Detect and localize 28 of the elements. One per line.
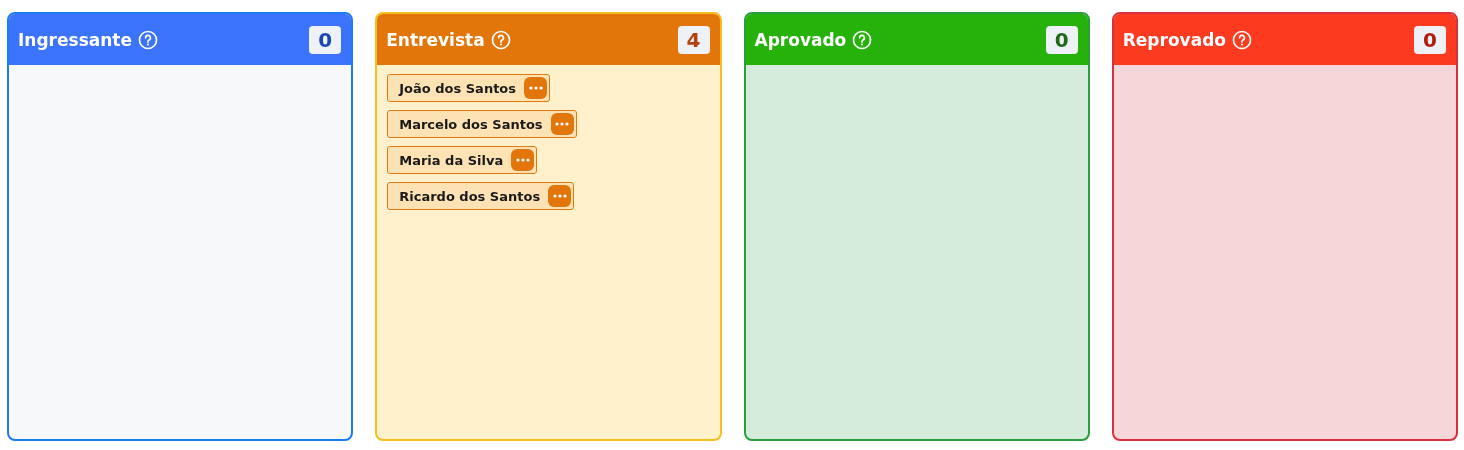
candidate-card[interactable]: João dos Santos xyxy=(387,74,551,102)
help-icon[interactable] xyxy=(490,29,511,50)
more-button[interactable] xyxy=(548,185,572,207)
candidate-name: Maria da Silva xyxy=(399,152,504,168)
count-badge: 0 xyxy=(1414,25,1446,54)
help-icon[interactable] xyxy=(138,29,158,50)
candidate-name: Ricardo dos Santos xyxy=(399,188,541,204)
ellipsis-icon xyxy=(555,122,570,126)
more-button[interactable] xyxy=(550,113,574,135)
column-title: Aprovado xyxy=(754,29,847,50)
count-badge: 4 xyxy=(677,25,710,54)
help-icon[interactable] xyxy=(1232,29,1252,50)
candidate-name: Marcelo dos Santos xyxy=(399,116,543,132)
help-icon[interactable] xyxy=(852,29,873,50)
count-badge: 0 xyxy=(1045,25,1078,54)
column-title: Ingressante xyxy=(18,29,132,50)
more-button[interactable] xyxy=(511,149,535,171)
column-title: Reprovado xyxy=(1122,29,1226,50)
ellipsis-icon xyxy=(552,194,567,198)
ellipsis-icon xyxy=(515,158,530,162)
candidate-card[interactable]: Ricardo dos Santos xyxy=(387,182,575,210)
candidate-card[interactable]: Maria da Silva xyxy=(387,146,538,174)
candidate-card[interactable]: Marcelo dos Santos xyxy=(387,110,577,138)
ellipsis-icon xyxy=(528,86,543,90)
candidate-name: João dos Santos xyxy=(399,80,517,96)
column-title: Entrevista xyxy=(386,29,485,50)
count-badge: 0 xyxy=(309,25,342,54)
more-button[interactable] xyxy=(524,77,548,99)
